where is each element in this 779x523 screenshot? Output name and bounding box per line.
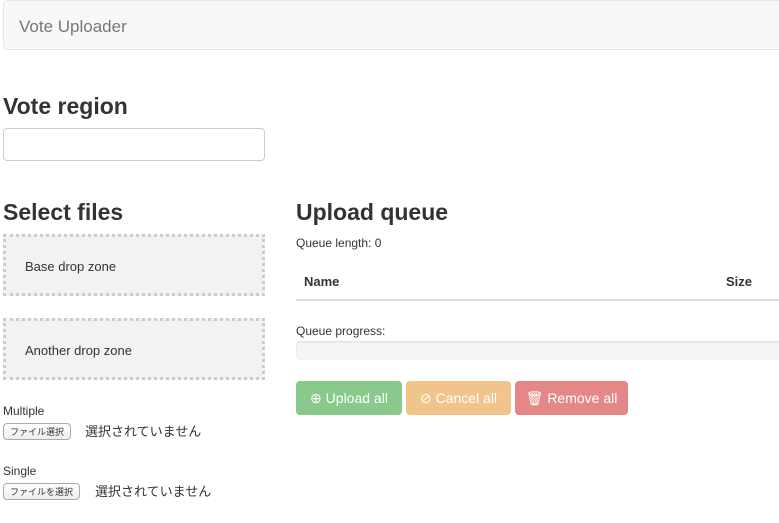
vote-region-title: Vote region	[3, 93, 128, 119]
upload-all-label: Upload all	[325, 390, 388, 406]
remove-all-button[interactable]: 🗑 Remove all	[515, 381, 628, 415]
another-drop-zone[interactable]: Another drop zone	[3, 318, 265, 380]
base-drop-label: Base drop zone	[25, 259, 117, 274]
remove-all-label: Remove all	[547, 390, 618, 406]
upload-queue-title: Upload queue	[296, 199, 449, 225]
queue-progress-label: Queue progress:	[296, 324, 386, 338]
multiple-label: Multiple	[3, 404, 45, 418]
queue-length: Queue length: 0	[296, 236, 382, 250]
cancel-all-label: Cancel all	[435, 390, 498, 406]
brand[interactable]: Vote Uploader	[19, 17, 127, 37]
trash-icon: 🗑	[525, 390, 544, 406]
cancel-icon: ⊘	[419, 390, 432, 406]
vote-region-input[interactable]	[3, 128, 265, 161]
single-file-status: 選択されていません	[95, 484, 212, 499]
navbar: Vote Uploader	[3, 0, 779, 50]
queue-table-header: Name Size	[296, 262, 779, 301]
multiple-file-status: 選択されていません	[85, 424, 202, 439]
multiple-file-button[interactable]: ファイル選択	[3, 423, 72, 440]
single-label: Single	[3, 464, 37, 478]
single-file-button[interactable]: ファイルを選択	[3, 483, 81, 500]
select-files-title: Select files	[3, 199, 124, 225]
another-drop-label: Another drop zone	[25, 343, 132, 358]
column-size: Size	[726, 274, 753, 289]
upload-all-button[interactable]: ⊕ Upload all	[296, 381, 402, 415]
upload-icon: ⊕	[310, 390, 322, 406]
column-name: Name	[304, 274, 340, 289]
cancel-all-button[interactable]: ⊘ Cancel all	[406, 381, 511, 415]
base-drop-zone[interactable]: Base drop zone	[3, 234, 265, 296]
queue-progress-bar	[296, 341, 779, 360]
